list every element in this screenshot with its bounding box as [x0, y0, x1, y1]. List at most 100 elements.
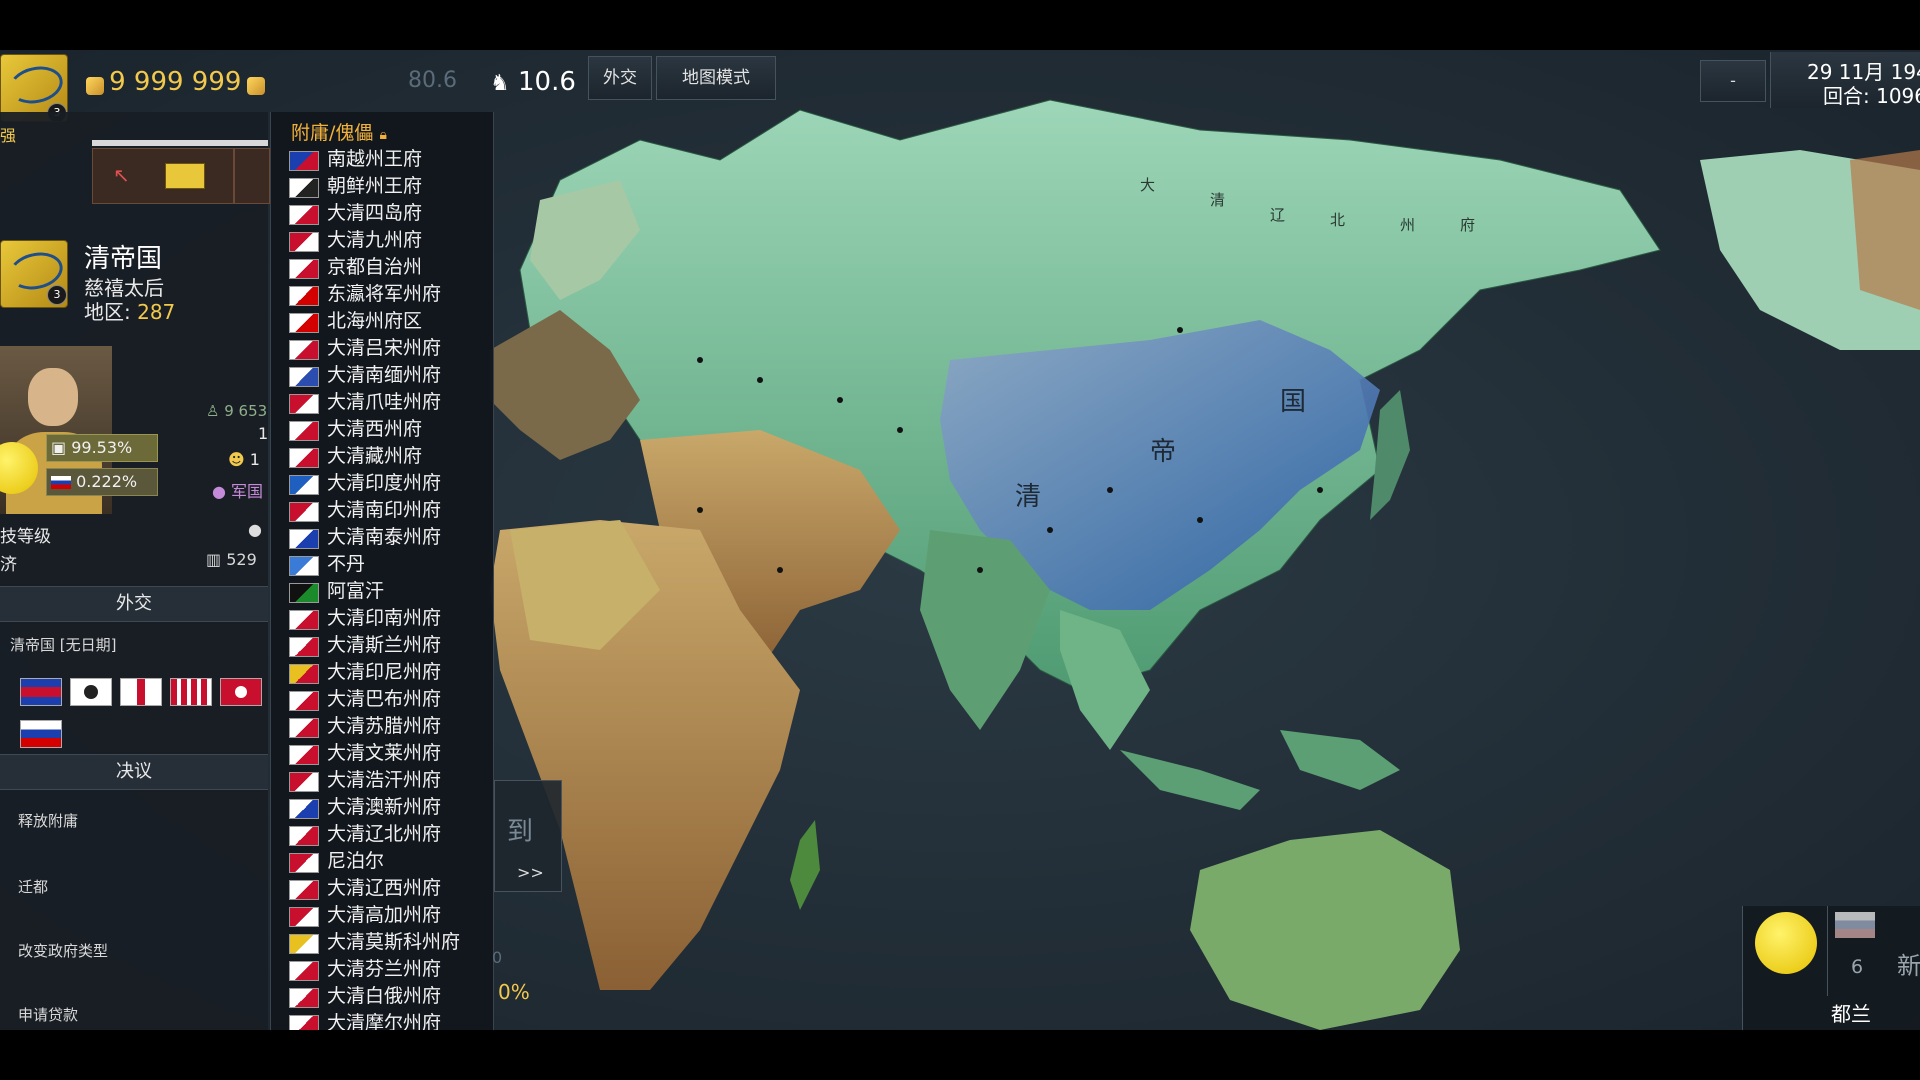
vassal-list-item[interactable]: 大清印尼州府 — [289, 659, 489, 686]
portrait-head-icon — [28, 368, 78, 426]
decision-release-vassal[interactable]: 释放附庸 — [18, 810, 78, 831]
vassal-list-item[interactable]: 大清莫斯科州府 — [289, 929, 489, 956]
vassal-list-item[interactable]: 大清吕宋州府 — [289, 335, 489, 362]
vassal-list-item[interactable]: 大清印南州府 — [289, 605, 489, 632]
vassal-list-item[interactable]: 大清巴布州府 — [289, 686, 489, 713]
vassal-list-item[interactable]: 大清西州府 — [289, 416, 489, 443]
vassal-flag-3[interactable] — [120, 678, 162, 706]
vassal-list-item[interactable]: 东瀛将军州府 — [289, 281, 489, 308]
svg-text:府: 府 — [1460, 216, 1475, 234]
vassal-flag-icon — [289, 853, 319, 873]
minus-button[interactable]: - — [1700, 60, 1766, 102]
vassal-flag-icon — [289, 610, 319, 630]
vassal-list-item[interactable]: 大清藏州府 — [289, 443, 489, 470]
vassal-list-panel[interactable]: 附庸/傀儡 🔒︎ 南越州王府 朝鲜州王府 大清四岛府 大清九州府 京都自治州 东瀛将军州府… — [270, 112, 494, 1030]
gold-icon — [246, 76, 265, 95]
vassal-flag-icon — [289, 583, 319, 603]
vassal-list-item[interactable]: 尼泊尔 — [289, 848, 489, 875]
vassal-name: 大清芬兰州府 — [327, 958, 442, 980]
vassal-list-item[interactable]: 大清南缅州府 — [289, 362, 489, 389]
vassal-name: 大清浩汗州府 — [327, 769, 442, 791]
arrow-icon: ↖ — [113, 163, 130, 187]
country-flag[interactable]: 3 — [0, 240, 68, 308]
vassal-list-item[interactable]: 北海州府区 — [289, 308, 489, 335]
gold-icon — [86, 76, 104, 95]
capital-name: 都兰 — [1831, 1002, 1871, 1026]
vassal-list-item[interactable]: 大清辽西州府 — [289, 875, 489, 902]
vassal-list-item[interactable]: 大清摩尔州府 — [289, 1010, 489, 1030]
decision-apply-loan[interactable]: 申请贷款 — [18, 1004, 78, 1025]
vassal-list-item[interactable]: 阿富汗 — [289, 578, 489, 605]
vassal-list-item[interactable]: 大清澳新州府 — [289, 794, 489, 821]
vassal-list-item[interactable]: 大清斯兰州府 — [289, 632, 489, 659]
vassal-list-item[interactable]: 大清苏腊州府 — [289, 713, 489, 740]
svg-text:辽: 辽 — [1270, 206, 1285, 224]
game-viewport: 清 帝 国 大 清 辽 北 州 府 3 9 999 999 80.6 ♞ 10.… — [0, 50, 1920, 1030]
vassal-list-item[interactable]: 大清高加州府 — [289, 902, 489, 929]
vassal-list-item[interactable]: 大清辽北州府 — [289, 821, 489, 848]
vassal-list-item[interactable]: 大清芬兰州府 — [289, 956, 489, 983]
vassal-flag-icon — [289, 421, 319, 441]
capital-count: 6 — [1851, 956, 1864, 978]
diplomacy-header: 外交 — [0, 586, 268, 622]
faded-map-value: 0 — [492, 948, 503, 967]
russia-flag-icon — [1835, 912, 1875, 938]
vassal-list-item[interactable]: 大清爪哇州府 — [289, 389, 489, 416]
manpower-value: 10.6 — [518, 67, 576, 97]
vassal-name: 大清文莱州府 — [327, 742, 442, 764]
forward-button[interactable]: >> — [517, 863, 544, 882]
decisions-header: 决议 — [0, 754, 268, 790]
vassal-list-item[interactable]: 不丹 — [289, 551, 489, 578]
turn-text: 回合: 1096 — [1823, 84, 1920, 108]
vassal-name: 阿富汗 — [327, 580, 385, 602]
vassal-flag-icon — [289, 934, 319, 954]
tab-diplomacy[interactable]: 外交 — [588, 56, 652, 100]
vassal-list-item[interactable]: 大清九州府 — [289, 227, 489, 254]
vassal-name: 大清摩尔州府 — [327, 1012, 442, 1030]
tab-map-mode[interactable]: 地图模式 — [656, 56, 776, 100]
vassal-list-item[interactable]: 大清南泰州府 — [289, 524, 489, 551]
vassal-list-item[interactable]: 朝鲜州王府 — [289, 173, 489, 200]
vassal-name: 大清印南州府 — [327, 607, 442, 629]
vassal-flag-icon — [289, 286, 319, 306]
vassal-list-item[interactable]: 京都自治州 — [289, 254, 489, 281]
decision-move-capital[interactable]: 迁都 — [18, 876, 48, 897]
stability-box[interactable]: ▣ 99.53% — [46, 434, 158, 462]
region-label: 地区: — [84, 300, 131, 324]
vassal-flag-1[interactable] — [20, 678, 62, 706]
vassal-flag-6[interactable] — [20, 720, 62, 748]
vassal-name: 大清吕宋州府 — [327, 337, 442, 359]
vassal-flag-2[interactable] — [70, 678, 112, 706]
vassal-flag-icon — [289, 880, 319, 900]
map-label-qing-3: 国 — [1280, 387, 1306, 417]
vassal-list-item[interactable]: 大清浩汗州府 — [289, 767, 489, 794]
treasury-display[interactable]: 9 999 999 — [86, 64, 265, 100]
vassal-list-item[interactable]: 大清印度州府 — [289, 470, 489, 497]
vassal-name: 尼泊尔 — [327, 850, 385, 872]
vassal-name: 朝鲜州王府 — [327, 175, 423, 197]
action-button-2[interactable] — [234, 148, 270, 204]
action-button-1[interactable]: ↖ — [92, 148, 234, 204]
vassal-list-item[interactable]: 大清文莱州府 — [289, 740, 489, 767]
new-button[interactable]: 新 — [1897, 946, 1920, 981]
vassal-list-item[interactable]: 大清白俄州府 — [289, 983, 489, 1010]
manpower-display[interactable]: ♞ 10.6 — [490, 64, 576, 100]
date-panel[interactable]: 29 11月 194 回合: 1096 — [1770, 52, 1920, 108]
vassal-flag-icon — [289, 367, 319, 387]
separator-bar — [92, 140, 268, 146]
vassal-flag-4[interactable] — [170, 678, 212, 706]
vassal-flag-icon — [289, 826, 319, 846]
vassal-name: 大清苏腊州府 — [327, 715, 442, 737]
vassal-flag-5[interactable] — [220, 678, 262, 706]
vassal-list-item[interactable]: 大清南印州府 — [289, 497, 489, 524]
vassal-name: 京都自治州 — [327, 256, 423, 278]
vassal-name: 大清爪哇州府 — [327, 391, 442, 413]
map-label-qing-2: 帝 — [1150, 437, 1176, 467]
season-sun-icon[interactable] — [1755, 912, 1817, 974]
top-bar: 3 9 999 999 80.6 ♞ 10.6 外交 地图模式 - 29 11月… — [0, 50, 1920, 122]
decision-change-government[interactable]: 改变政府类型 — [18, 940, 108, 961]
share-box[interactable]: 0.222% — [46, 468, 158, 496]
vassal-list-item[interactable]: 南越州王府 — [289, 146, 489, 173]
map-side-panel[interactable]: 到 >> — [494, 780, 562, 892]
vassal-list-item[interactable]: 大清四岛府 — [289, 200, 489, 227]
